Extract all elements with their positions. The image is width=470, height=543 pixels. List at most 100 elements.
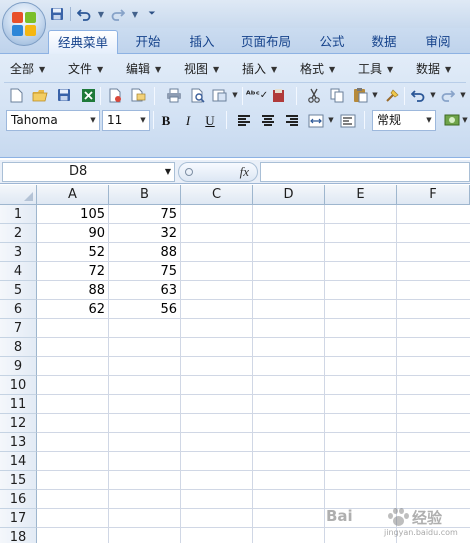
wrap-text-icon[interactable] <box>338 110 358 131</box>
font-name-select[interactable]: Tahoma ▼ <box>6 110 100 131</box>
cell-b1[interactable]: 75 <box>109 205 181 224</box>
italic-button[interactable]: I <box>178 110 198 131</box>
cell-a6[interactable]: 62 <box>37 300 109 319</box>
underline-button[interactable]: U <box>200 110 220 131</box>
redo-icon[interactable] <box>438 85 458 105</box>
menu-insert[interactable]: 插入 ▼ <box>242 58 277 80</box>
toolbar-separator <box>154 87 155 105</box>
print-preview-icon[interactable] <box>188 85 208 105</box>
row-header-1[interactable]: 1 <box>0 205 37 224</box>
menu-edit[interactable]: 编辑 ▼ <box>126 58 161 80</box>
cut-icon[interactable] <box>304 85 324 105</box>
currency-format-icon[interactable] <box>442 110 462 131</box>
customize-icon[interactable]: ⏷ <box>143 5 161 23</box>
cell-a4[interactable]: 72 <box>37 262 109 281</box>
copy-icon[interactable] <box>327 85 347 105</box>
redo-icon[interactable] <box>109 5 127 23</box>
chevron-down-icon[interactable]: ▼ <box>458 85 468 105</box>
redo-dropdown-icon[interactable]: ▼ <box>131 5 139 23</box>
cell-b5[interactable]: 63 <box>109 281 181 300</box>
column-header-f[interactable]: F <box>397 185 470 205</box>
align-left-icon[interactable] <box>234 110 254 131</box>
tab-home[interactable]: 开始 <box>126 30 170 54</box>
name-box[interactable]: D8 ▼ <box>2 162 175 182</box>
chevron-down-icon[interactable]: ▼ <box>370 85 380 105</box>
tab-data[interactable]: 数据 <box>362 30 406 54</box>
chevron-down-icon[interactable]: ▼ <box>460 110 470 130</box>
bold-button[interactable]: B <box>156 110 176 131</box>
column-header-a[interactable]: A <box>37 185 109 205</box>
row-header-15[interactable]: 15 <box>0 471 37 490</box>
gridline <box>37 489 470 490</box>
paste-icon[interactable] <box>350 85 370 105</box>
tab-formulas[interactable]: 公式 <box>310 30 354 54</box>
select-all-button[interactable] <box>0 185 37 205</box>
row-header-11[interactable]: 11 <box>0 395 37 414</box>
save-icon[interactable] <box>54 85 74 105</box>
undo-icon[interactable] <box>75 5 93 23</box>
worksheet-grid[interactable]: A B C D E F 1 2 3 4 5 6 7 8 9 10 11 12 13 14 15 16 17 18 105 75 90… <box>0 185 470 543</box>
row-header-9[interactable]: 9 <box>0 357 37 376</box>
row-header-16[interactable]: 16 <box>0 490 37 509</box>
permission-icon[interactable] <box>105 85 125 105</box>
row-header-2[interactable]: 2 <box>0 224 37 243</box>
row-header-6[interactable]: 6 <box>0 300 37 319</box>
format-painter-icon[interactable] <box>382 85 402 105</box>
column-header-b[interactable]: B <box>109 185 181 205</box>
font-size-select[interactable]: 11 ▼ <box>102 110 150 131</box>
new-icon[interactable] <box>6 85 26 105</box>
row-header-10[interactable]: 10 <box>0 376 37 395</box>
column-header-c[interactable]: C <box>181 185 253 205</box>
chevron-down-icon[interactable]: ▼ <box>326 110 336 130</box>
row-header-7[interactable]: 7 <box>0 319 37 338</box>
print-icon[interactable] <box>164 85 184 105</box>
tab-classic-menu[interactable]: 经典菜单 <box>48 30 118 54</box>
research-icon[interactable] <box>210 85 230 105</box>
row-header-18[interactable]: 18 <box>0 528 37 543</box>
cell-a5[interactable]: 88 <box>37 281 109 300</box>
cell-b6[interactable]: 56 <box>109 300 181 319</box>
cell-b2[interactable]: 32 <box>109 224 181 243</box>
cell-b4[interactable]: 75 <box>109 262 181 281</box>
tab-page-layout[interactable]: 页面布局 <box>234 30 298 54</box>
open-icon[interactable] <box>30 85 50 105</box>
tab-insert[interactable]: 插入 <box>180 30 224 54</box>
row-header-13[interactable]: 13 <box>0 433 37 452</box>
merge-center-icon[interactable] <box>306 110 326 131</box>
row-header-8[interactable]: 8 <box>0 338 37 357</box>
menu-format[interactable]: 格式 ▼ <box>300 58 335 80</box>
excel-icon[interactable] <box>78 85 98 105</box>
cell-a2[interactable]: 90 <box>37 224 109 243</box>
tab-review[interactable]: 审阅 <box>416 30 460 54</box>
column-header-e[interactable]: E <box>325 185 397 205</box>
cell-a1[interactable]: 105 <box>37 205 109 224</box>
cell-a3[interactable]: 52 <box>37 243 109 262</box>
menu-view[interactable]: 视图 ▼ <box>184 58 219 80</box>
menu-tools[interactable]: 工具 ▼ <box>358 58 393 80</box>
undo-dropdown-icon[interactable]: ▼ <box>97 5 105 23</box>
menu-file[interactable]: 文件 ▼ <box>68 58 103 80</box>
office-button[interactable] <box>2 2 46 46</box>
row-header-17[interactable]: 17 <box>0 509 37 528</box>
chevron-down-icon[interactable]: ▼ <box>230 85 240 105</box>
row-header-12[interactable]: 12 <box>0 414 37 433</box>
formula-input[interactable] <box>260 162 470 182</box>
row-header-5[interactable]: 5 <box>0 281 37 300</box>
cell-b3[interactable]: 88 <box>109 243 181 262</box>
row-header-3[interactable]: 3 <box>0 243 37 262</box>
align-center-icon[interactable] <box>258 110 278 131</box>
email-icon[interactable] <box>128 85 148 105</box>
number-format-select[interactable]: 常规 ▼ <box>372 110 436 131</box>
row-header-4[interactable]: 4 <box>0 262 37 281</box>
insert-function-control[interactable]: fx <box>178 162 258 182</box>
thesaurus-icon[interactable] <box>268 85 288 105</box>
row-header-14[interactable]: 14 <box>0 452 37 471</box>
save-icon[interactable] <box>48 5 66 23</box>
chevron-down-icon[interactable]: ▼ <box>428 85 438 105</box>
undo-icon[interactable] <box>408 85 428 105</box>
column-header-d[interactable]: D <box>253 185 325 205</box>
menu-data[interactable]: 数据 ▼ <box>416 58 451 80</box>
spellcheck-icon[interactable]: ᴬᵇᶜ✓ <box>246 85 268 105</box>
align-right-icon[interactable] <box>282 110 302 131</box>
menu-all[interactable]: 全部 ▼ <box>10 58 45 80</box>
